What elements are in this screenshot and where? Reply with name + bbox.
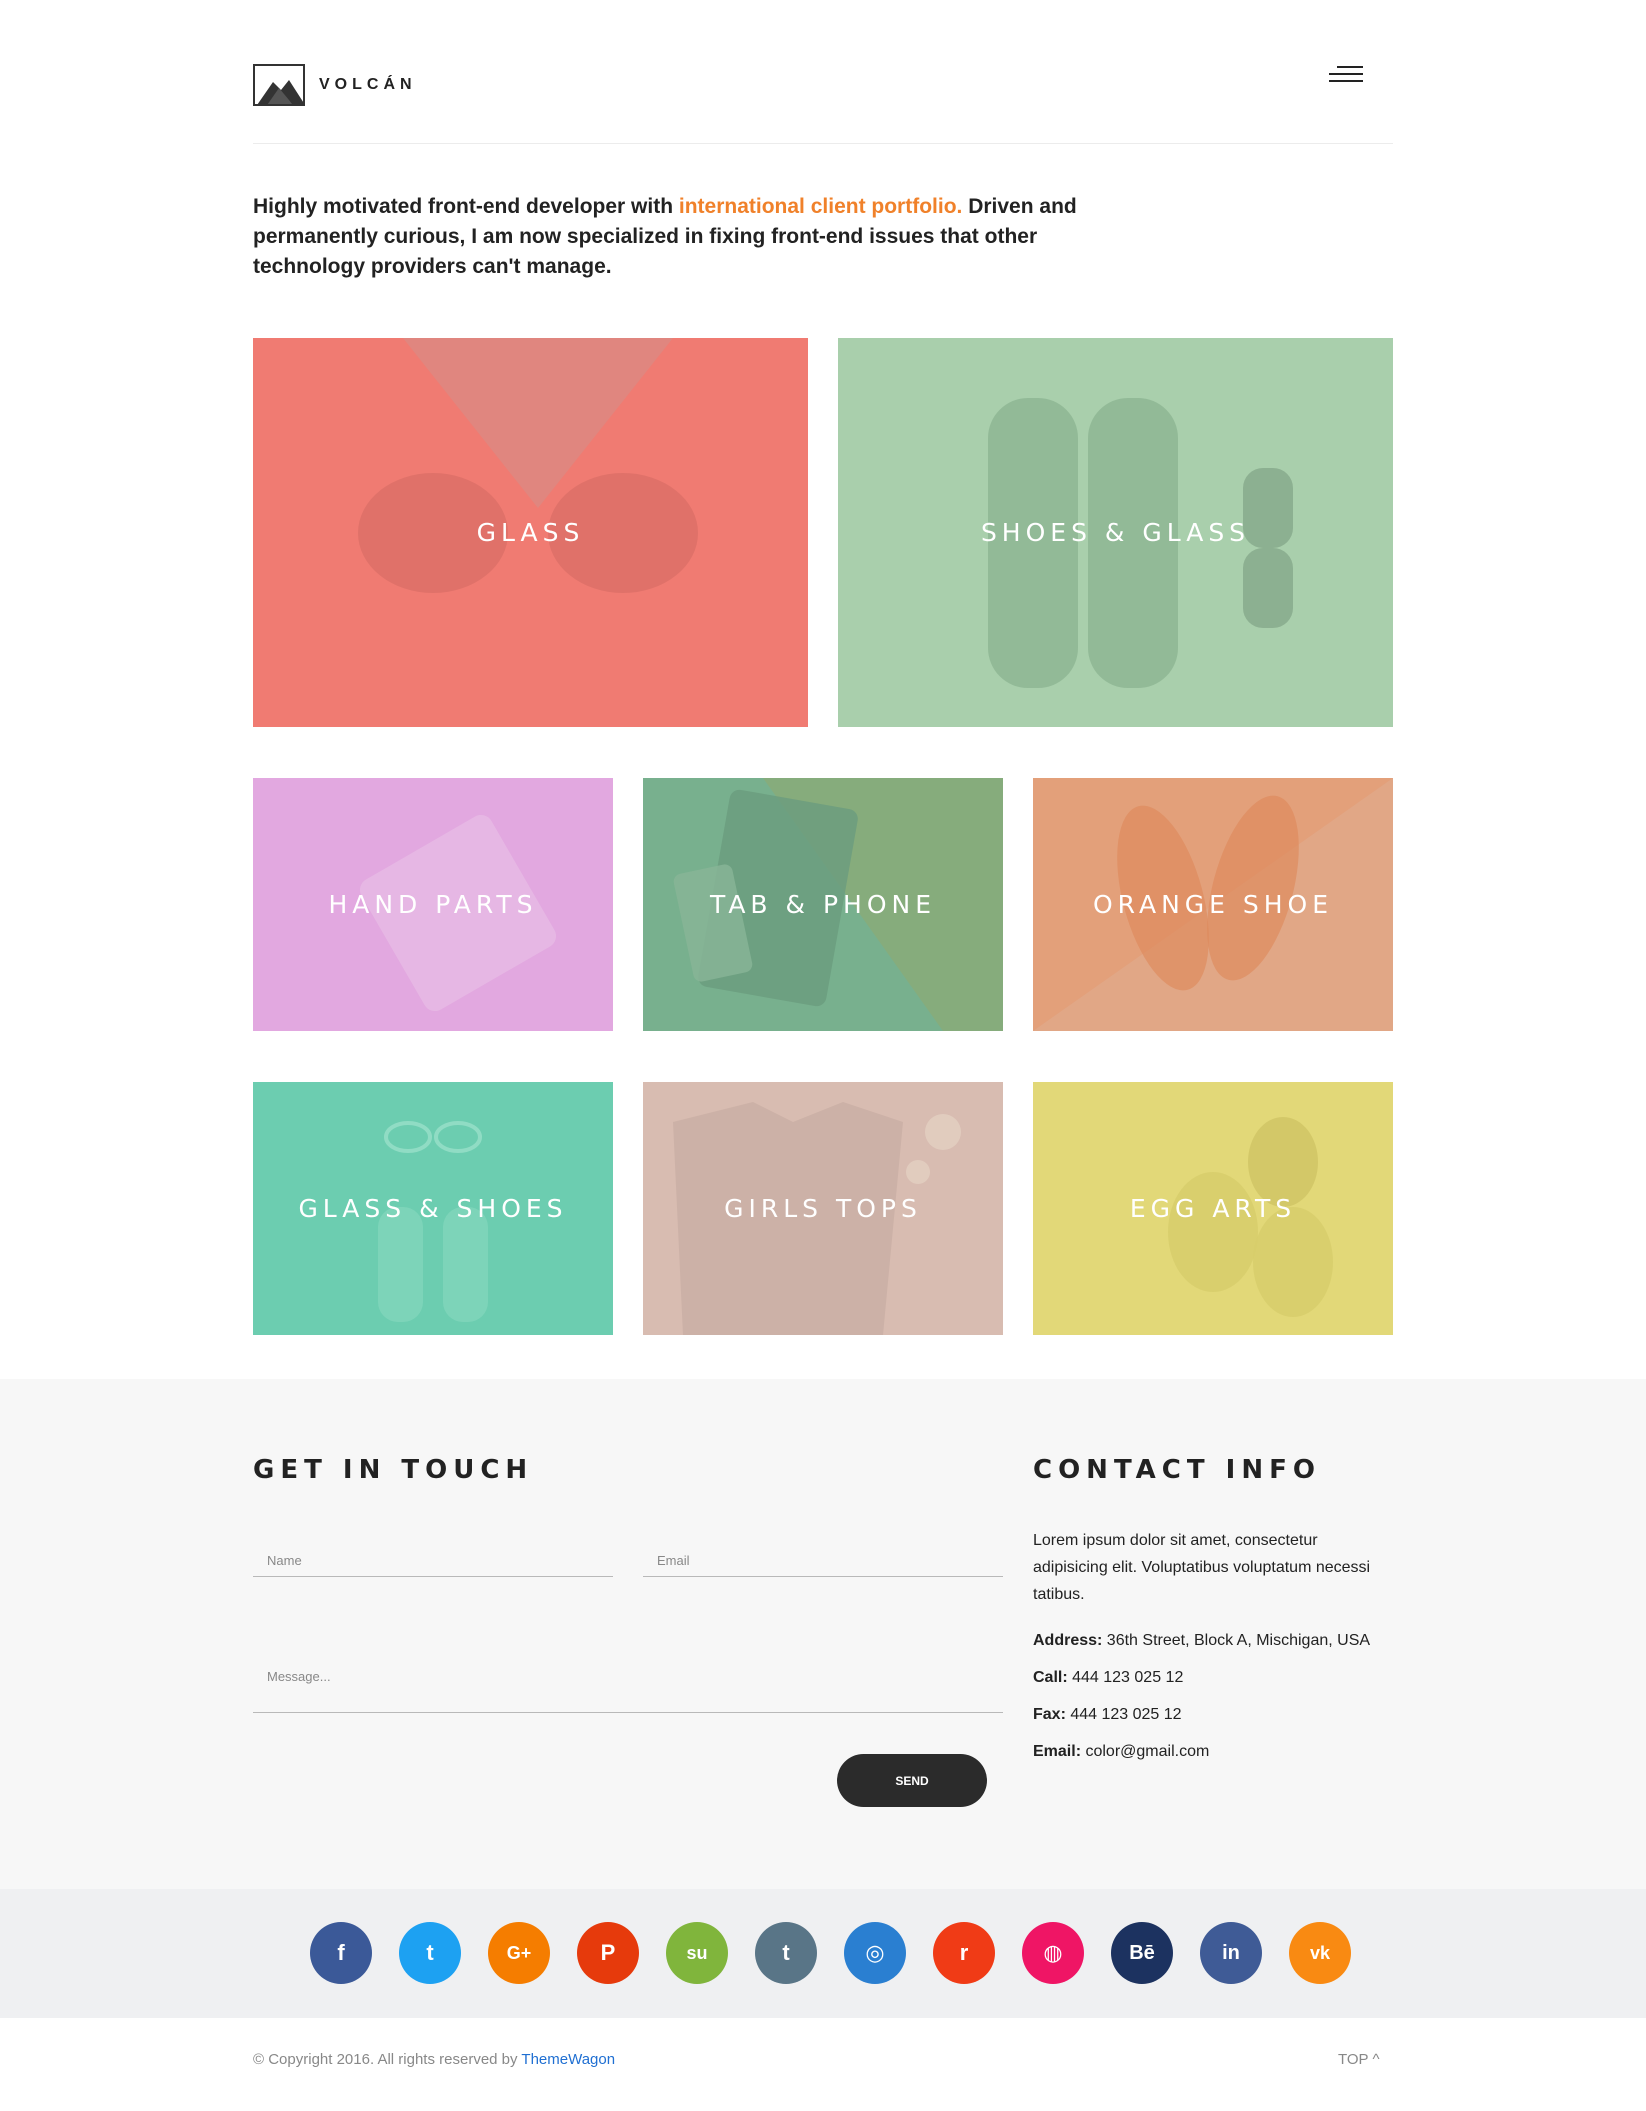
fax-row: Fax: 444 123 025 12 [1033,1706,1182,1724]
google-plus-icon[interactable]: G+ [488,1922,550,1984]
twitter-icon[interactable]: t [399,1922,461,1984]
portfolio-label: SHOES & GLASS [980,518,1251,547]
portfolio-label: TAB & PHONE [709,890,937,919]
email-label: Email: [1033,1743,1082,1760]
contact-section: GET IN TOUCH Name Email Message... SEND … [0,1379,1646,1889]
vk-icon[interactable]: vk [1289,1922,1351,1984]
email-input[interactable]: Email [643,1529,1003,1577]
site-header: VOLCÁN [253,60,1393,144]
brand-name: VOLCÁN [319,76,417,93]
portfolio-label: HAND PARTS [328,890,538,919]
intro-highlight-link[interactable]: international client portfolio. [679,195,963,218]
portfolio-item-orange-shoe[interactable]: ORANGE SHOE [1033,778,1393,1031]
linkedin-icon[interactable]: in [1200,1922,1262,1984]
email-row: Email: color@gmail.com [1033,1743,1209,1761]
copyright-label: © Copyright 2016. All rights reserved by [253,2051,522,2068]
name-input[interactable]: Name [253,1529,613,1577]
instagram-icon[interactable]: ◎ [844,1922,906,1984]
send-button[interactable]: SEND [837,1754,987,1807]
social-bar: f t G+ P su t ◎ r ◍ Bē in vk [0,1889,1646,2018]
copyright-text: © Copyright 2016. All rights reserved by… [253,2051,615,2068]
email-value[interactable]: color@gmail.com [1081,1743,1209,1760]
contact-info-text: Lorem ipsum dolor sit amet, consectetur … [1033,1532,1371,1603]
portfolio-label: GIRLS TOPS [724,1194,922,1223]
portfolio-item-egg-arts[interactable]: EGG ARTS [1033,1082,1393,1335]
behance-icon[interactable]: Bē [1111,1922,1173,1984]
address-row: Address: 36th Street, Block A, Mischigan… [1033,1632,1370,1650]
fax-value: 444 123 025 12 [1065,1706,1182,1723]
intro-text-start: Highly motivated front-end developer wit… [253,195,679,218]
portfolio-item-glass-shoes[interactable]: GLASS & SHOES [253,1082,613,1335]
intro-paragraph: Highly motivated front-end developer wit… [253,192,1093,282]
site-footer: © Copyright 2016. All rights reserved by… [0,2018,1646,2111]
contact-info-title: CONTACT INFO [1033,1455,1321,1485]
stumbleupon-icon[interactable]: su [666,1922,728,1984]
mountain-logo-icon [253,64,305,106]
address-value: 36th Street, Block A, Mischigan, USA [1102,1632,1371,1649]
portfolio-label: GLASS & SHOES [298,1194,568,1223]
hamburger-menu-icon[interactable] [1329,66,1363,86]
portfolio-item-girls-tops[interactable]: GIRLS TOPS [643,1082,1003,1335]
portfolio-item-hand-parts[interactable]: HAND PARTS [253,778,613,1031]
get-in-touch-title: GET IN TOUCH [253,1455,534,1485]
portfolio-label: ORANGE SHOE [1092,890,1334,919]
tumblr-icon[interactable]: t [755,1922,817,1984]
reddit-icon[interactable]: r [933,1922,995,1984]
facebook-icon[interactable]: f [310,1922,372,1984]
message-textarea[interactable]: Message... [253,1645,1003,1713]
address-label: Address: [1033,1632,1103,1649]
portfolio-label: EGG ARTS [1129,1194,1297,1223]
portfolio-item-shoes-glass[interactable]: SHOES & GLASS [838,338,1393,727]
logo[interactable]: VOLCÁN [253,64,417,106]
pinterest-icon[interactable]: P [577,1922,639,1984]
fax-label: Fax: [1033,1706,1066,1723]
themewagon-link[interactable]: ThemeWagon [521,2051,615,2068]
dribbble-icon[interactable]: ◍ [1022,1922,1084,1984]
call-row: Call: 444 123 025 12 [1033,1669,1183,1687]
portfolio-label: GLASS [476,518,585,547]
portfolio-item-glass[interactable]: GLASS [253,338,808,727]
call-value: 444 123 025 12 [1067,1669,1184,1686]
call-label: Call: [1033,1669,1068,1686]
portfolio-item-tab-phone[interactable]: TAB & PHONE [643,778,1003,1031]
back-to-top-link[interactable]: TOP ^ [1338,2051,1380,2068]
